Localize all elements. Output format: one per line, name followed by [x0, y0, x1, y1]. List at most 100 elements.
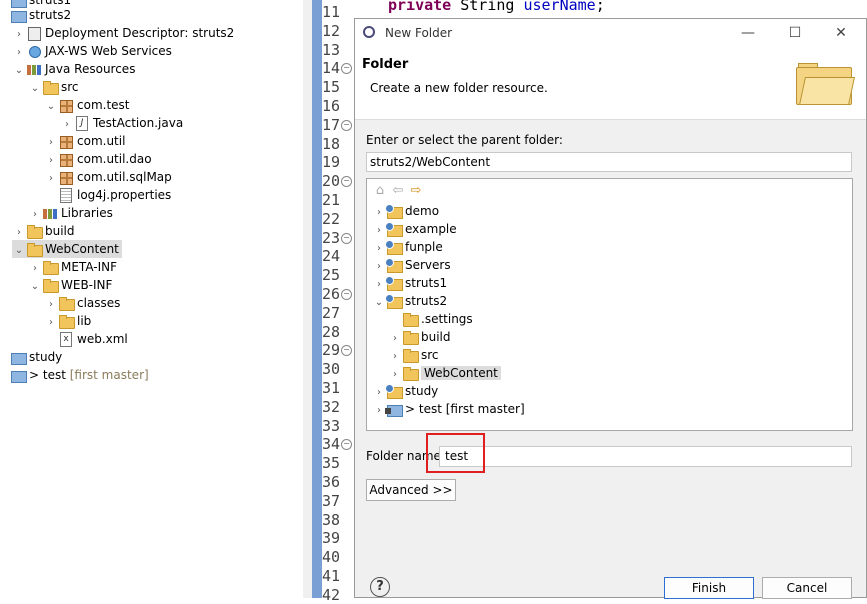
explorer-item[interactable]: web.xml: [44, 330, 128, 348]
explorer-item[interactable]: › com.util.sqlMap: [44, 168, 172, 186]
tree-item[interactable]: › Servers: [372, 256, 451, 274]
wizard-header: Folder Create a new folder resource.: [355, 47, 866, 120]
explorer-item[interactable]: › Libraries: [28, 204, 113, 222]
tree-item[interactable]: .settings: [388, 310, 473, 328]
explorer-item[interactable]: ⌄ WebContent: [12, 240, 122, 258]
fold-toggle-icon[interactable]: −: [341, 232, 352, 244]
line-number: 35: [322, 454, 341, 473]
folder-name-input[interactable]: [439, 446, 852, 467]
libraries-icon: [42, 206, 58, 220]
open-project-icon: [385, 257, 403, 273]
help-icon[interactable]: ?: [370, 577, 390, 597]
open-project-icon: [385, 221, 403, 237]
tree-item-label: example: [405, 222, 457, 236]
explorer-item-label: struts2: [29, 8, 72, 22]
explorer-item[interactable]: ›TestAction.java: [60, 114, 183, 132]
explorer-item[interactable]: ⌄ WEB-INF: [28, 276, 112, 294]
tree-item-label: > test [first master]: [405, 402, 525, 416]
line-number: 19: [322, 153, 341, 172]
advanced-button[interactable]: Advanced >>: [366, 479, 456, 501]
explorer-item[interactable]: › lib: [44, 312, 91, 330]
descriptor-icon: [26, 26, 42, 41]
line-number: 41: [322, 567, 341, 585]
wizard-subtitle: Create a new folder resource.: [370, 81, 548, 95]
cancel-button[interactable]: Cancel: [762, 577, 852, 599]
explorer-item[interactable]: > test [first master]: [0, 366, 149, 384]
explorer-item[interactable]: › classes: [44, 294, 120, 312]
explorer-item[interactable]: › META-INF: [28, 258, 117, 276]
tree-item-label: src: [421, 348, 439, 362]
explorer-item[interactable]: › Deployment Descriptor: struts2: [12, 24, 234, 42]
parent-folder-input[interactable]: [366, 152, 852, 172]
expand-chevron-icon[interactable]: ⌄: [372, 294, 386, 312]
folder-icon: [26, 242, 43, 257]
expand-chevron-icon[interactable]: ⌄: [28, 80, 42, 98]
back-arrow-icon[interactable]: ⇦: [389, 183, 407, 198]
git-project-icon: [10, 368, 27, 383]
open-project-icon: [385, 239, 403, 255]
explorer-item-label: src: [61, 80, 79, 94]
line-number: 15: [322, 78, 341, 97]
tree-item[interactable]: › build: [388, 328, 451, 346]
expand-chevron-icon[interactable]: ⌄: [44, 98, 58, 116]
minimize-button[interactable]: —: [738, 23, 758, 43]
explorer-item-label: com.util: [77, 134, 126, 148]
explorer-item[interactable]: › com.util.dao: [44, 150, 152, 168]
explorer-item[interactable]: struts2: [0, 6, 71, 24]
tree-item[interactable]: › WebContent: [388, 364, 501, 382]
expand-chevron-icon[interactable]: ⌄: [12, 242, 26, 260]
tree-item-label: struts2: [405, 294, 448, 308]
maximize-button[interactable]: ☐: [785, 23, 805, 43]
code-line: private String userName;: [388, 0, 605, 16]
tree-item[interactable]: › struts1: [372, 274, 447, 292]
forward-arrow-icon[interactable]: ⇨: [407, 183, 425, 198]
fold-toggle-icon[interactable]: −: [341, 63, 352, 75]
tree-item[interactable]: › study: [372, 382, 438, 400]
line-number: 40: [322, 548, 341, 567]
fold-toggle-icon[interactable]: −: [341, 345, 352, 357]
tree-item[interactable]: › example: [372, 220, 457, 238]
tree-item[interactable]: ⌄ struts2: [372, 292, 447, 310]
line-number: 12: [322, 21, 341, 40]
line-number: 39: [322, 529, 341, 548]
explorer-item[interactable]: › build: [12, 222, 75, 240]
git-project-icon: [385, 402, 403, 417]
explorer-item[interactable]: › JAX-WS Web Services: [12, 42, 172, 60]
finish-button[interactable]: Finish: [664, 577, 754, 599]
home-icon[interactable]: ⌂: [371, 183, 389, 198]
explorer-item[interactable]: › com.util: [44, 132, 125, 150]
explorer-item-label: TestAction.java: [93, 116, 184, 130]
line-number: 27: [322, 303, 341, 322]
fold-toggle-icon[interactable]: −: [341, 439, 352, 451]
folder-icon: [26, 224, 43, 239]
folder-name-label: Folder name:: [366, 449, 445, 463]
expand-chevron-icon[interactable]: ⌄: [12, 62, 26, 80]
explorer-item[interactable]: log4j.properties: [44, 186, 171, 204]
explorer-item[interactable]: ⌄ Java Resources: [12, 60, 136, 80]
fold-toggle-icon[interactable]: −: [341, 176, 352, 188]
expand-chevron-icon[interactable]: ⌄: [28, 278, 42, 296]
tree-item[interactable]: › demo: [372, 202, 439, 220]
fold-toggle-icon[interactable]: −: [341, 119, 352, 131]
explorer-item-label: build: [45, 224, 75, 238]
project-explorer: struts1 struts2 › Deployment Descriptor: st…: [0, 0, 303, 598]
tree-item[interactable]: › src: [388, 346, 439, 364]
xml-file-icon: [58, 331, 74, 347]
fold-toggle-icon[interactable]: −: [341, 289, 352, 300]
code-keyword: private: [388, 0, 452, 14]
dialog-titlebar[interactable]: New Folder — ☐ ✕: [355, 19, 866, 47]
line-number-gutter: 11 12 13 14−15 16 17−18 19 20−21 22 23−24 25 26−27 2…: [322, 0, 356, 604]
parent-folder-tree[interactable]: ⌂ ⇦ ⇨ › demo › example › funple › Servers › struts1…: [366, 178, 853, 431]
line-number: 24: [322, 247, 341, 266]
explorer-item[interactable]: ⌄ com.test: [44, 96, 130, 114]
java-file-icon: [74, 115, 90, 131]
line-number: 37: [322, 491, 341, 510]
tree-item[interactable]: › > test [first master]: [372, 400, 525, 418]
expand-chevron-icon[interactable]: ›: [372, 402, 386, 420]
close-button[interactable]: ✕: [831, 23, 851, 43]
line-number: 38: [322, 510, 341, 529]
folder-icon: [58, 314, 75, 329]
explorer-item[interactable]: ⌄ src: [28, 78, 79, 96]
explorer-item[interactable]: study: [0, 348, 62, 366]
tree-item[interactable]: › funple: [372, 238, 443, 256]
